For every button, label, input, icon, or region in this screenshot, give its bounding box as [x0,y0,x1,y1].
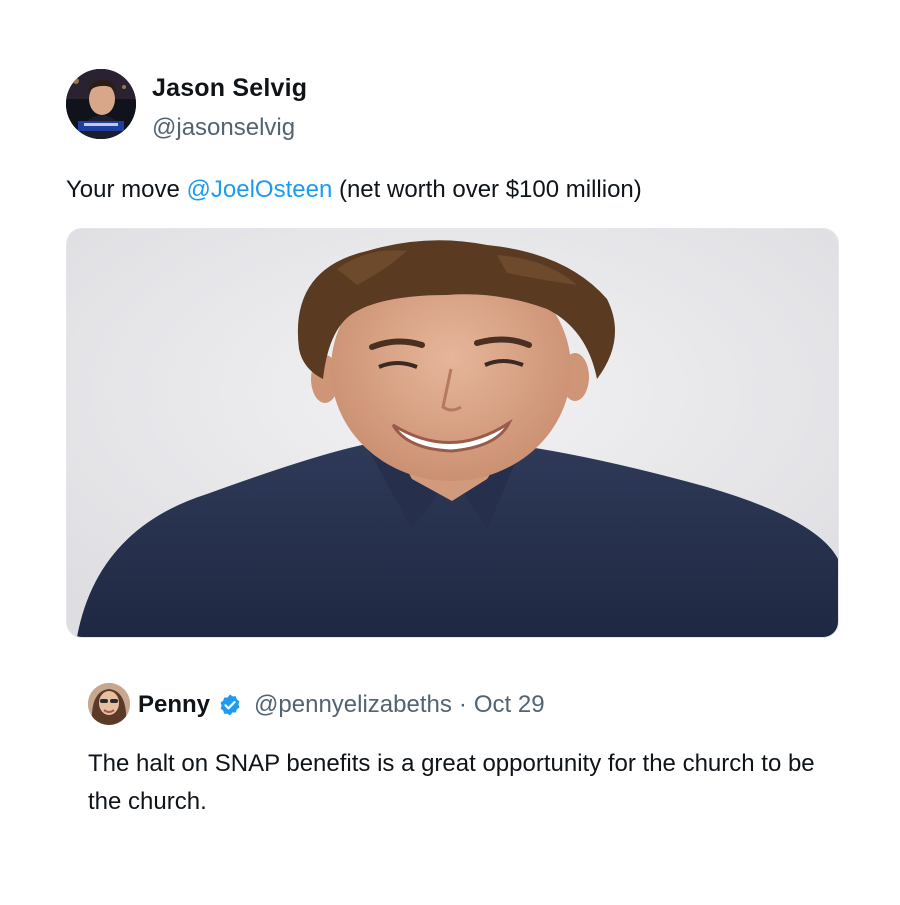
portrait-photo [67,229,838,637]
mention-link[interactable]: @JoelOsteen [187,176,333,203]
tweet-card[interactable]: Jason Selvig @jasonselvig Your move @Joe… [0,0,900,905]
author-avatar[interactable] [66,69,136,139]
quoted-author-name[interactable]: Penny [138,691,210,719]
tweet-media-photo[interactable] [66,228,839,638]
quoted-tweet-date[interactable]: Oct 29 [474,691,545,719]
verified-badge-icon [218,693,242,717]
tweet-text-prefix: Your move [66,176,187,203]
quoted-tweet-text: The halt on SNAP benefits is a great opp… [88,750,815,815]
author-name[interactable]: Jason Selvig [152,72,307,104]
tweet-text: Your move @JoelOsteen (net worth over $1… [66,172,642,208]
quoted-author-handle[interactable]: @pennyelizabeths [254,691,452,719]
header-separator: · [458,691,467,718]
author-handle[interactable]: @jasonselvig [152,112,295,144]
quoted-author-avatar[interactable] [88,683,130,725]
tweet-text-suffix: (net worth over $100 million) [332,176,642,203]
quoted-tweet-header: Penny @pennyelizabeths · Oct 29 [138,688,545,722]
